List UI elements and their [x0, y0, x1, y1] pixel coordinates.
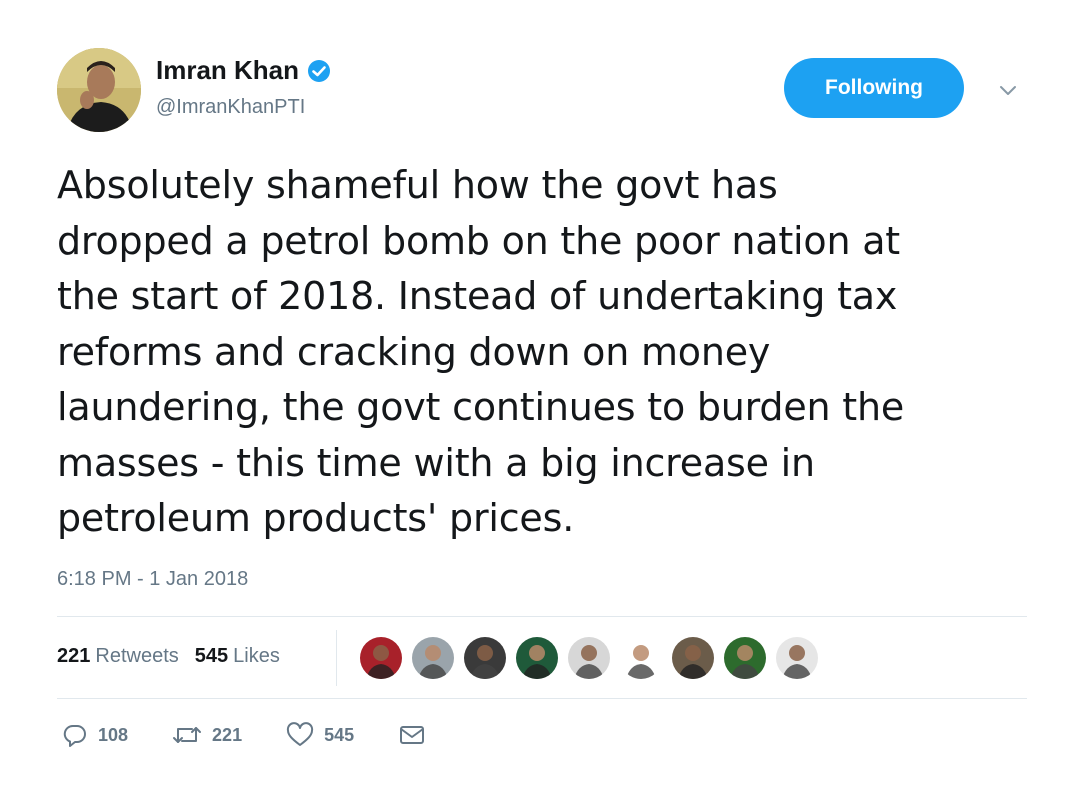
reply-action[interactable]: 108 [62, 722, 128, 748]
like-count: 545 [324, 724, 355, 745]
retweets-count: 221 [57, 645, 91, 667]
likes-label: Likes [233, 645, 280, 667]
liker-avatar[interactable] [464, 637, 506, 679]
tweet-actions: 108 221 545 [62, 722, 470, 748]
heart-icon [287, 722, 314, 746]
envelope-icon [400, 726, 425, 744]
tweet-stats: 221 Retweets 545 Likes [57, 645, 280, 668]
retweet-icon [173, 727, 202, 743]
liker-avatar[interactable] [776, 637, 818, 679]
following-button[interactable]: Following [784, 58, 964, 118]
verified-badge-icon [307, 59, 331, 83]
liker-avatar[interactable] [412, 637, 454, 679]
tweet-card: Imran Khan @ImranKhanPTI Following Absol… [0, 0, 1079, 804]
likes-count: 545 [194, 645, 229, 667]
retweets-stat[interactable]: 221 Retweets [57, 645, 179, 668]
tweet-text: Absolutely shameful how the govt has dro… [57, 163, 905, 540]
tweet-timestamp[interactable]: 6:18 PM - 1 Jan 2018 [57, 568, 248, 591]
liker-avatars [360, 637, 818, 679]
author-name-row: Imran Khan [156, 55, 331, 86]
chevron-down-icon[interactable] [996, 78, 1020, 102]
liker-avatar[interactable] [360, 637, 402, 679]
likes-stat[interactable]: 545 Likes [195, 645, 280, 668]
liker-avatar[interactable] [620, 637, 662, 679]
like-action[interactable]: 545 [286, 722, 354, 748]
divider [57, 616, 1027, 617]
stats-separator [336, 630, 337, 686]
direct-message-action[interactable] [398, 723, 426, 747]
liker-avatar[interactable] [568, 637, 610, 679]
liker-avatar[interactable] [516, 637, 558, 679]
divider [57, 698, 1027, 699]
retweets-label: Retweets [95, 645, 179, 667]
liker-avatar[interactable] [724, 637, 766, 679]
reply-icon [63, 724, 86, 747]
avatar-image [57, 48, 141, 132]
liker-avatar[interactable] [672, 637, 714, 679]
author-avatar[interactable] [57, 48, 141, 132]
retweet-action[interactable]: 221 [172, 722, 242, 748]
author-handle[interactable]: @ImranKhanPTI [156, 96, 305, 119]
author-display-name[interactable]: Imran Khan [156, 55, 299, 86]
reply-count: 108 [98, 724, 129, 745]
retweet-count: 221 [212, 724, 243, 745]
